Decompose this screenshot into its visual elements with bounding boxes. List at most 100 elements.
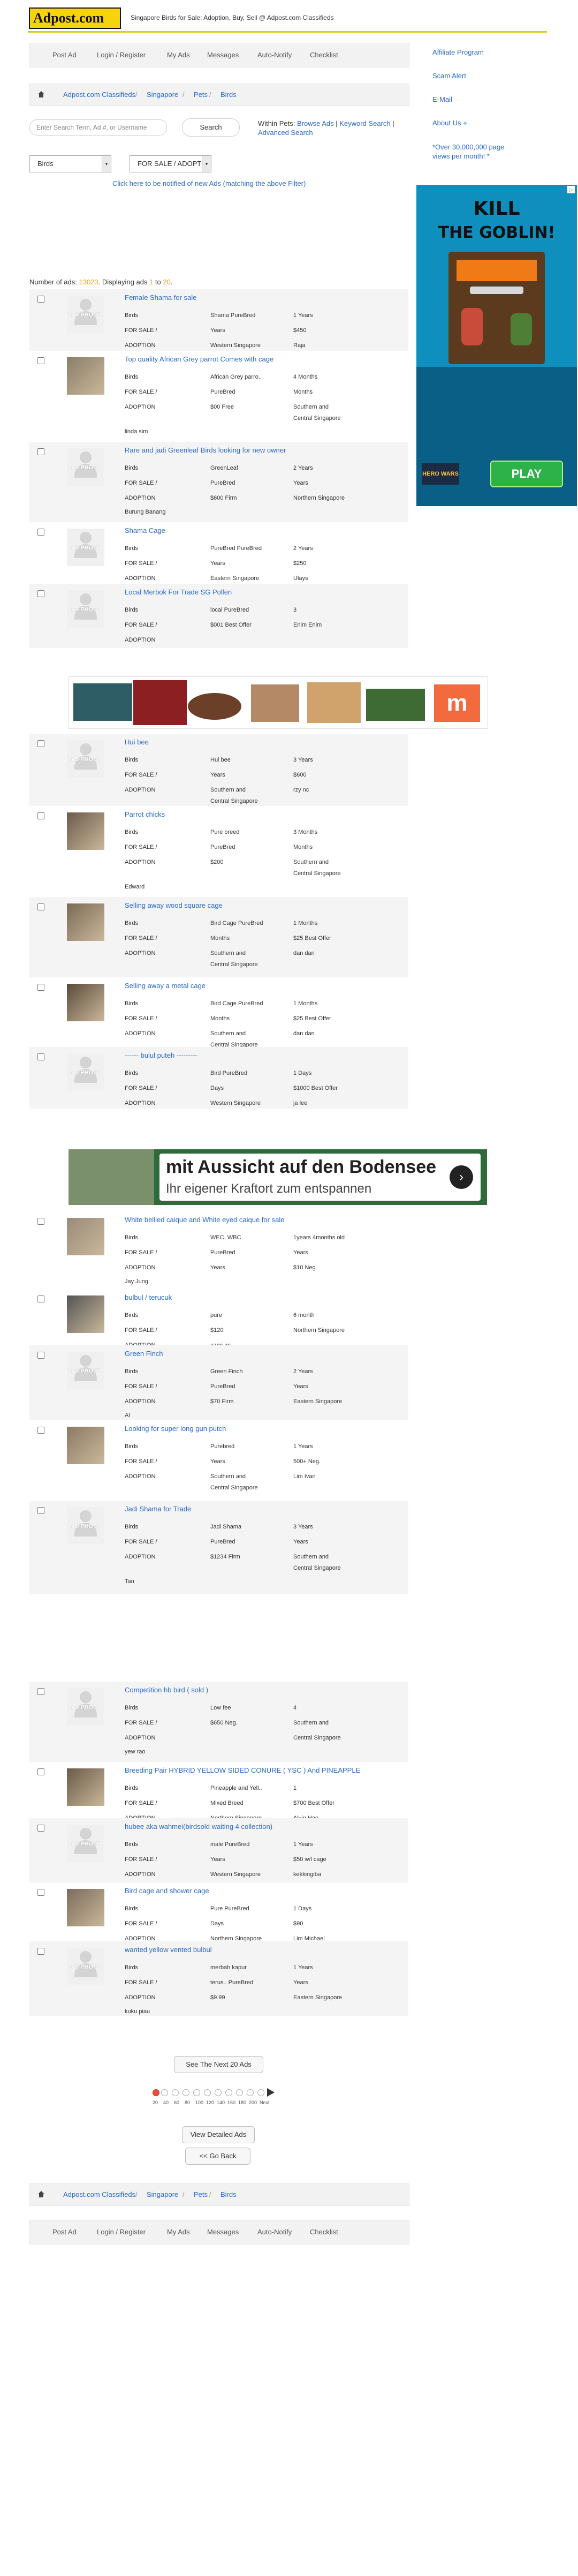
game-advertisement[interactable]: ▷ KILL THE GOBLIN! HERO WARS PLAY — [416, 185, 577, 506]
listing-item[interactable]: Bird cage and shower cage Birds Pure PureB… — [29, 1882, 408, 1942]
listing-item[interactable]: NO PHOTO Green Finch Birds Green Finch 2 Yea… — [29, 1345, 408, 1420]
listing-item[interactable]: NO PHOTO hubee aka wahmei(birdsold waitin… — [29, 1818, 408, 1882]
listing-photo[interactable] — [67, 1427, 104, 1464]
breadcrumb-pets[interactable]: Pets — [194, 91, 208, 99]
listing-checkbox[interactable] — [37, 590, 44, 597]
listing-title[interactable]: Selling away a metal cage — [125, 982, 206, 990]
nav-login-register[interactable]: Login / Register — [97, 51, 146, 59]
listing-item[interactable]: NO PHOTO Hui bee Birds Hui bee 3 Years FOR SA… — [29, 734, 408, 806]
listing-item[interactable]: NO PHOTO Rare and jadi Greenleaf Birds lo… — [29, 442, 408, 522]
listing-item[interactable]: NO PHOTO Competition hb bird ( sold ) Bird… — [29, 1682, 408, 1762]
pager-label[interactable]: 100 — [195, 2100, 203, 2105]
breadcrumb-singapore[interactable]: Singapore — [147, 91, 178, 99]
pager-label[interactable]: 40 — [163, 2100, 169, 2105]
listing-item[interactable]: NO PHOTO wanted yellow vented bulbul Birds… — [29, 1941, 408, 2016]
pager-label[interactable]: 80 — [185, 2100, 190, 2105]
nav-auto-notify[interactable]: Auto-Notify — [257, 51, 292, 59]
pager-dot[interactable] — [161, 2089, 168, 2096]
ad-type-select[interactable]: FOR SALE / ADOPTION ▾ — [130, 155, 211, 172]
nav-checklist[interactable]: Checklist — [310, 2228, 338, 2236]
advanced-search-link[interactable]: Advanced Search — [258, 129, 313, 137]
listing-title[interactable]: Breeding Pair HYBRID YELLOW SIDED CONURE… — [125, 1766, 360, 1774]
listing-title[interactable]: Parrot chicks — [125, 810, 165, 818]
listing-photo[interactable] — [67, 1768, 104, 1806]
listing-photo[interactable] — [67, 903, 104, 941]
pager-label[interactable]: 20 — [153, 2100, 158, 2105]
listing-item[interactable]: Selling away wood square cage Birds Bird C… — [29, 897, 408, 977]
listing-item[interactable]: Looking for super long gun putch Birds Pur… — [29, 1420, 408, 1501]
listing-title[interactable]: Looking for super long gun putch — [125, 1425, 226, 1433]
go-back-button[interactable]: << Go Back — [185, 2148, 250, 2165]
furniture-advertisement[interactable]: m — [69, 676, 488, 729]
pager-label[interactable]: 60 — [174, 2100, 179, 2105]
breadcrumb-birds[interactable]: Birds — [220, 91, 237, 99]
nav-auto-notify[interactable]: Auto-Notify — [257, 2228, 292, 2236]
listing-item[interactable]: NO PHOTO Shama Cage Birds PureBred PureBred… — [29, 522, 408, 584]
breadcrumb-classifieds[interactable]: Adpost.com Classifieds — [63, 91, 135, 99]
pager-label[interactable]: 180 — [238, 2100, 246, 2105]
pager-dot[interactable] — [193, 2089, 200, 2096]
listing-photo[interactable] — [67, 984, 104, 1021]
pager-dot[interactable] — [247, 2089, 254, 2096]
no-photo-placeholder[interactable]: NO PHOTO — [67, 1352, 104, 1389]
site-logo[interactable]: Adpost.com — [29, 7, 121, 29]
category-select[interactable]: Birds ▾ — [29, 155, 111, 172]
listing-item[interactable]: NO PHOTO Jadi Shama for Trade Birds Jadi Sh… — [29, 1501, 408, 1594]
chevron-right-icon[interactable]: › — [450, 1165, 473, 1189]
nav-login-register[interactable]: Login / Register — [97, 2228, 146, 2236]
no-photo-placeholder[interactable]: NO PHOTO — [67, 740, 104, 778]
listing-title[interactable]: White bellied caique and White eyed caiq… — [125, 1216, 284, 1224]
next-arrow-icon[interactable] — [267, 2088, 275, 2097]
listing-checkbox[interactable] — [37, 1768, 44, 1775]
see-next-ads-button[interactable]: See The Next 20 Ads — [174, 2056, 263, 2073]
search-input[interactable]: Enter Search Term, Ad #, or Username — [29, 119, 167, 135]
nav-my-ads[interactable]: My Ads — [167, 51, 190, 59]
pager-label[interactable]: 200 — [249, 2100, 257, 2105]
listing-photo[interactable] — [67, 357, 104, 395]
listing-title[interactable]: Rare and jadi Greenleaf Birds looking fo… — [125, 446, 286, 454]
pager-label[interactable]: 160 — [227, 2100, 235, 2105]
pager-current-dot[interactable] — [153, 2089, 159, 2096]
listing-checkbox[interactable] — [37, 1889, 44, 1896]
link-email[interactable]: E-Mail — [432, 95, 566, 103]
listing-photo[interactable] — [67, 1295, 104, 1333]
listing-checkbox[interactable] — [37, 448, 44, 455]
nav-post-ad[interactable]: Post Ad — [52, 2228, 77, 2236]
listing-checkbox[interactable] — [37, 903, 44, 910]
listing-item[interactable]: Parrot chicks Birds Pure breed 3 Months FOR … — [29, 806, 408, 897]
breadcrumb-pets[interactable]: Pets — [194, 2190, 208, 2198]
nav-checklist[interactable]: Checklist — [310, 51, 338, 59]
no-photo-placeholder[interactable]: NO PHOTO — [67, 1688, 104, 1726]
listing-item[interactable]: Breeding Pair HYBRID YELLOW SIDED CONURE… — [29, 1762, 408, 1821]
notify-link[interactable]: Click here to be notified of new Ads (ma… — [112, 179, 306, 187]
listing-checkbox[interactable] — [37, 1688, 44, 1695]
hotel-advertisement[interactable]: mit Aussicht auf den Bodensee Ihr eigene… — [69, 1149, 487, 1205]
listing-title[interactable]: wanted yellow vented bulbul — [125, 1946, 212, 1954]
listing-photo[interactable] — [67, 1889, 104, 1926]
listing-checkbox[interactable] — [37, 1053, 44, 1060]
no-photo-placeholder[interactable]: NO PHOTO — [67, 1053, 104, 1091]
listing-title[interactable]: bulbul / terucuk — [125, 1293, 172, 1301]
listing-checkbox[interactable] — [37, 529, 44, 536]
pager-dot[interactable] — [257, 2089, 264, 2096]
pager-dot[interactable] — [172, 2089, 179, 2096]
pager-dot[interactable] — [204, 2089, 211, 2096]
listing-title[interactable]: hubee aka wahmei(birdsold waiting 4 coll… — [125, 1822, 272, 1831]
pager-dot[interactable] — [236, 2089, 243, 2096]
listing-photo[interactable] — [67, 812, 104, 850]
listing-title[interactable]: Hui bee — [125, 738, 149, 746]
pager-label[interactable]: 140 — [217, 2100, 225, 2105]
home-icon[interactable] — [37, 91, 45, 98]
listing-title[interactable]: Selling away wood square cage — [125, 901, 223, 909]
breadcrumb-classifieds[interactable]: Adpost.com Classifieds — [63, 2190, 135, 2198]
no-photo-placeholder[interactable]: NO PHOTO — [67, 590, 104, 628]
browse-ads-link[interactable]: Browse Ads — [297, 119, 334, 127]
search-button[interactable]: Search — [182, 118, 240, 137]
listing-checkbox[interactable] — [37, 1507, 44, 1514]
pager-dot[interactable] — [182, 2089, 189, 2096]
nav-messages[interactable]: Messages — [207, 2228, 239, 2236]
breadcrumb-singapore[interactable]: Singapore — [147, 2190, 178, 2198]
no-photo-placeholder[interactable]: NO PHOTO — [67, 529, 104, 566]
ad-play-button[interactable]: PLAY — [490, 461, 563, 487]
link-affiliate-program[interactable]: Affiliate Program — [432, 48, 566, 56]
